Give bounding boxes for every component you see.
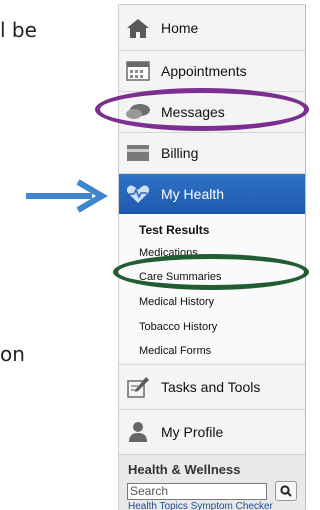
home-icon	[125, 17, 151, 39]
slide-text-fragment-top: l be	[0, 18, 37, 42]
nav-item-billing[interactable]: Billing	[119, 133, 305, 174]
health-wellness-panel: Health & Wellness Search Health Topics S…	[119, 454, 305, 510]
nav-item-tasks-and-tools[interactable]: Tasks and Tools	[119, 364, 305, 410]
nav-label-my-profile: My Profile	[161, 424, 224, 440]
search-input[interactable]: Search	[127, 483, 267, 500]
credit-card-icon	[125, 142, 151, 164]
nav-label-tasks-and-tools: Tasks and Tools	[161, 379, 261, 395]
nav-label-billing: Billing	[161, 145, 199, 161]
nav-label-appointments: Appointments	[161, 63, 247, 79]
link-symptom-checker[interactable]: Symptom Checker	[191, 501, 273, 510]
health-links: Health Topics Symptom Checker	[128, 501, 273, 510]
pointer-arrow	[26, 179, 108, 213]
heart-pulse-icon	[125, 183, 151, 205]
nav-item-appointments[interactable]: Appointments	[119, 51, 305, 92]
health-wellness-title: Health & Wellness	[128, 462, 241, 477]
submenu-item-medical-history[interactable]: Medical History	[139, 296, 214, 308]
search-icon	[280, 485, 292, 497]
nav-label-my-health: My Health	[161, 185, 225, 202]
submenu-item-test-results[interactable]: Test Results	[139, 223, 209, 237]
search-button[interactable]	[275, 481, 297, 501]
slide-text-fragment-bottom: on	[0, 342, 25, 366]
submenu-item-medical-forms[interactable]: Medical Forms	[139, 345, 211, 357]
nav-item-my-profile[interactable]: My Profile	[119, 410, 305, 454]
highlight-oval-care-summaries	[113, 254, 309, 290]
edit-icon	[125, 376, 151, 398]
nav-item-my-health[interactable]: My Health	[119, 174, 305, 214]
highlight-oval-messages	[95, 88, 309, 131]
calendar-icon	[125, 60, 151, 82]
nav-label-home: Home	[161, 19, 199, 36]
link-health-topics[interactable]: Health Topics	[128, 501, 188, 510]
submenu-item-tobacco-history[interactable]: Tobacco History	[139, 321, 217, 333]
nav-item-home[interactable]: Home	[119, 5, 305, 51]
person-icon	[125, 421, 151, 443]
